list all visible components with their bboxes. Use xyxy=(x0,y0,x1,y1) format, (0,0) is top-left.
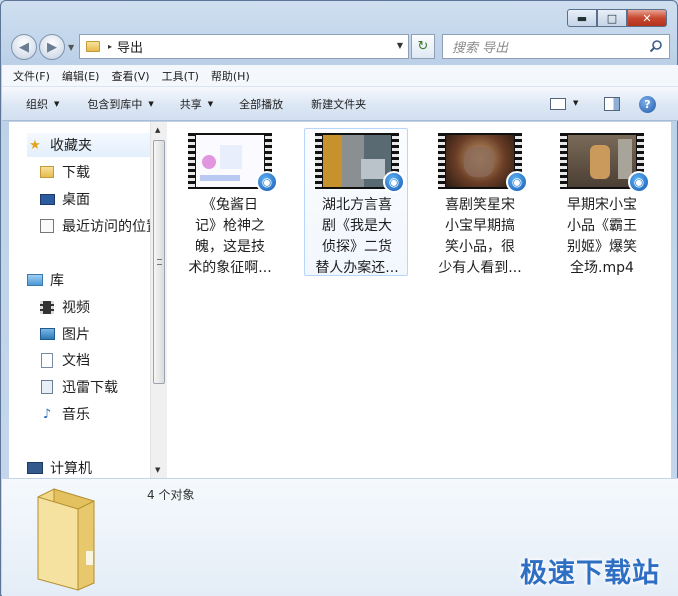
file-name: 早期宋小宝 小品《霸王 别姬》爆笑 全场.mp4 xyxy=(567,197,637,276)
explorer-window: ▬ □ ✕ ◀ ▶ ▼ ▸ 导出 ▼ ↻ 搜索 导出 文件(F) 编辑(E) 查… xyxy=(0,0,678,596)
organize-button[interactable]: 组织 ▼ xyxy=(2,96,69,112)
forward-button[interactable]: ▶ xyxy=(39,34,65,60)
file-name: 喜剧笑星宋 小宝早期搞 笑小品，很 少有人看到... xyxy=(438,197,522,276)
sidebar-item-label: 收藏夹 xyxy=(50,138,92,154)
details-pane: 4 个对象 极速下载站 xyxy=(2,478,678,596)
library-icon xyxy=(27,274,43,286)
sidebar-item-label: 下载 xyxy=(62,165,90,181)
sidebar-item-label: 音乐 xyxy=(62,407,90,423)
sidebar-item-library[interactable]: 库 xyxy=(27,268,64,292)
desktop-icon xyxy=(39,193,55,205)
media-player-badge-icon: ◉ xyxy=(383,171,405,193)
sidebar-item-pictures[interactable]: 图片 xyxy=(39,322,90,346)
watermark-logo: 极速下载站 xyxy=(520,558,660,589)
new-folder-label: 新建文件夹 xyxy=(311,97,367,111)
organize-label: 组织 xyxy=(26,97,48,111)
sidebar-item-label: 视频 xyxy=(62,300,90,316)
chevron-down-icon: ▼ xyxy=(207,99,214,108)
search-input[interactable]: 搜索 导出 xyxy=(442,34,670,59)
recent-places-icon xyxy=(40,219,54,233)
menu-edit[interactable]: 编辑(E) xyxy=(62,68,100,84)
view-options-dropdown[interactable]: ▼ xyxy=(573,99,578,107)
back-button[interactable]: ◀ xyxy=(11,34,37,60)
navigation-scrollbar[interactable]: ▲ ▼ xyxy=(150,122,167,478)
change-view-icon[interactable] xyxy=(550,98,566,110)
include-in-library-button[interactable]: 包含到库中 ▼ xyxy=(77,96,163,112)
chevron-down-icon: ▼ xyxy=(54,99,60,108)
grip-icon xyxy=(157,259,162,265)
pictures-icon xyxy=(39,328,55,340)
sidebar-item-label: 最近访问的位置 xyxy=(62,219,150,235)
sidebar-item-label: 迅雷下载 xyxy=(62,380,118,396)
video-icon xyxy=(40,300,54,314)
sidebar-item-documents[interactable]: 文档 xyxy=(39,348,90,372)
file-item[interactable]: ◉ 《兔酱日 记》枪神之 魄，这是技 术的象征啊... xyxy=(177,128,281,276)
minimize-button[interactable]: ▬ xyxy=(567,9,597,27)
address-dropdown[interactable]: ▼ xyxy=(397,41,403,50)
sidebar-item-desktop[interactable]: 桌面 xyxy=(39,187,90,211)
file-name: 《兔酱日 记》枪神之 魄，这是技 术的象征啊... xyxy=(188,197,272,276)
share-label: 共享 xyxy=(179,97,202,111)
caption-buttons: ▬ □ ✕ xyxy=(567,9,667,27)
folder-icon xyxy=(86,41,100,52)
sidebar-item-music[interactable]: ♪ 音乐 xyxy=(39,402,90,426)
close-button[interactable]: ✕ xyxy=(627,9,667,27)
sidebar-item-recent[interactable]: 最近访问的位置 xyxy=(39,214,150,238)
music-note-icon: ♪ xyxy=(42,406,52,422)
menu-bar: 文件(F) 编辑(E) 查看(V) 工具(T) 帮助(H) xyxy=(2,65,678,87)
file-item[interactable]: ◉ 喜剧笑星宋 小宝早期搞 笑小品，很 少有人看到... xyxy=(427,128,531,276)
back-arrow-icon: ◀ xyxy=(19,39,29,55)
media-player-badge-icon: ◉ xyxy=(256,171,278,193)
sidebar-item-downloads[interactable]: 下载 xyxy=(39,160,90,184)
file-list: ◉ 《兔酱日 记》枪神之 魄，这是技 术的象征啊... ◉ 湖北方言喜 剧《我是大 侦探》… xyxy=(167,122,671,478)
play-all-label: 全部播放 xyxy=(239,97,284,111)
file-item[interactable]: ◉ 湖北方言喜 剧《我是大 侦探》二货 替人办案还... xyxy=(304,128,408,276)
sidebar-item-label: 计算机 xyxy=(50,461,92,477)
maximize-button[interactable]: □ xyxy=(597,9,627,27)
item-count: 4 个对象 xyxy=(147,488,195,502)
play-all-button[interactable]: 全部播放 xyxy=(229,96,293,112)
share-button[interactable]: 共享 ▼ xyxy=(170,96,223,112)
sidebar-item-label: 图片 xyxy=(62,327,90,343)
search-icon[interactable] xyxy=(649,39,663,53)
refresh-icon: ↻ xyxy=(417,39,429,54)
sidebar-item-xunlei[interactable]: 迅雷下载 xyxy=(39,375,118,399)
help-icon[interactable]: ? xyxy=(639,96,656,113)
search-placeholder: 搜索 导出 xyxy=(452,41,509,56)
menu-view[interactable]: 查看(V) xyxy=(111,68,149,84)
menu-help[interactable]: 帮助(H) xyxy=(211,68,250,84)
scroll-down-icon[interactable]: ▼ xyxy=(155,466,160,474)
forward-arrow-icon: ▶ xyxy=(47,39,57,55)
sidebar-item-favorites[interactable]: ★ 收藏夹 xyxy=(27,133,150,157)
sidebar-item-computer[interactable]: 计算机 xyxy=(27,456,92,478)
new-folder-button[interactable]: 新建文件夹 xyxy=(301,96,376,112)
address-bar[interactable]: ▸ 导出 ▼ xyxy=(79,34,409,59)
breadcrumb-current[interactable]: 导出 xyxy=(117,37,143,56)
sidebar-item-label: 文档 xyxy=(62,353,90,369)
recent-pages-dropdown[interactable]: ▼ xyxy=(68,43,74,52)
file-item[interactable]: ◉ 早期宋小宝 小品《霸王 别姬》爆笑 全场.mp4 xyxy=(549,128,653,276)
refresh-button[interactable]: ↻ xyxy=(411,34,435,59)
folder-icon xyxy=(37,488,95,591)
xunlei-download-icon xyxy=(41,380,53,394)
preview-pane-icon[interactable] xyxy=(604,97,620,111)
sidebar-item-videos[interactable]: 视频 xyxy=(39,295,90,319)
menu-tools[interactable]: 工具(T) xyxy=(162,68,199,84)
folder-icon xyxy=(40,166,54,178)
sidebar-item-label: 桌面 xyxy=(62,192,90,208)
breadcrumb-separator[interactable]: ▸ xyxy=(108,42,112,51)
sidebar-item-label: 库 xyxy=(50,273,64,289)
computer-icon xyxy=(27,462,43,474)
scroll-thumb[interactable] xyxy=(153,140,165,384)
menu-file[interactable]: 文件(F) xyxy=(13,68,50,84)
document-icon xyxy=(41,352,53,368)
star-icon: ★ xyxy=(29,137,41,153)
navigation-pane: ★ 收藏夹 下载 桌面 最近访问的位置 库 视频 图片 文档 xyxy=(9,122,150,478)
file-name: 湖北方言喜 剧《我是大 侦探》二货 替人办案还... xyxy=(315,197,399,276)
chevron-down-icon: ▼ xyxy=(148,99,154,108)
scroll-up-icon[interactable]: ▲ xyxy=(155,126,160,134)
media-player-badge-icon: ◉ xyxy=(506,171,528,193)
media-player-badge-icon: ◉ xyxy=(628,171,650,193)
include-label: 包含到库中 xyxy=(87,97,143,111)
